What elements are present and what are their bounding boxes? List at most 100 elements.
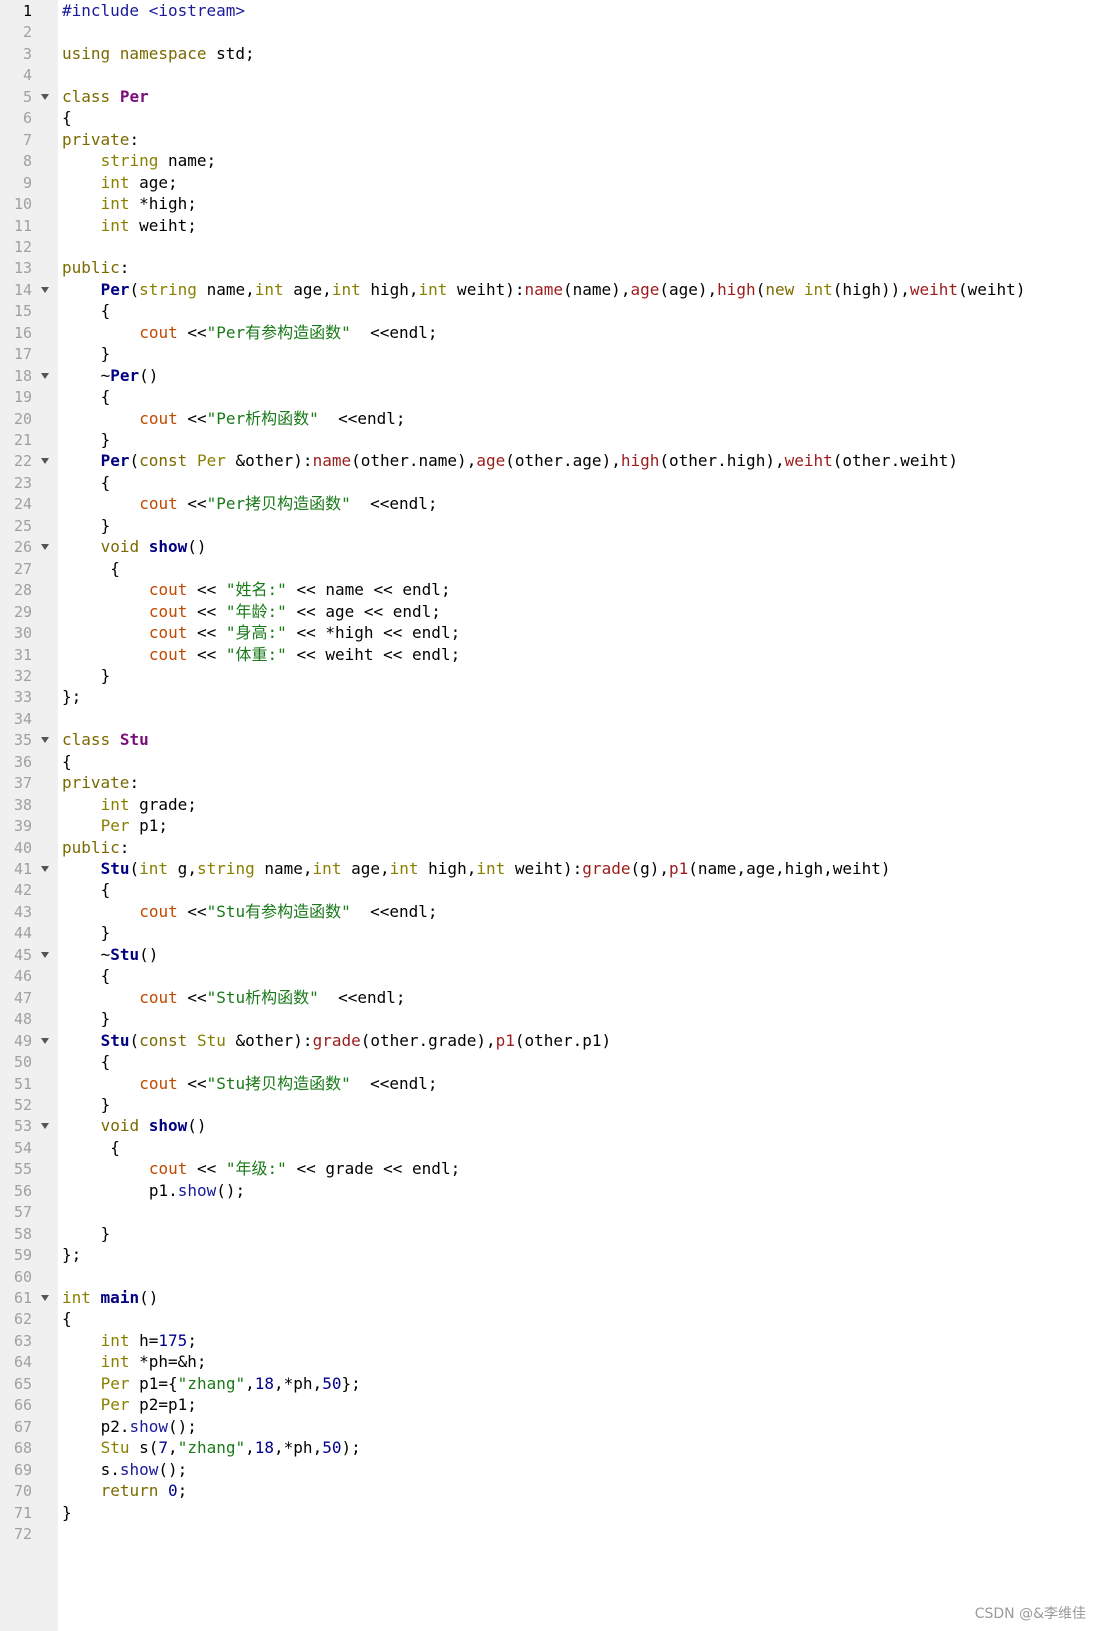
code-line[interactable]: 21} bbox=[0, 429, 1102, 451]
fold-arrow-icon[interactable] bbox=[41, 1295, 49, 1301]
code-line[interactable]: 63 int h=175; bbox=[0, 1330, 1102, 1352]
code-line[interactable]: 67 p2.show(); bbox=[0, 1416, 1102, 1438]
code-line[interactable]: 56 p1.show(); bbox=[0, 1180, 1102, 1202]
code-line[interactable]: 44} bbox=[0, 922, 1102, 944]
fold-arrow-icon[interactable] bbox=[41, 866, 49, 872]
code-line[interactable]: 58} bbox=[0, 1223, 1102, 1245]
code-line[interactable]: 5 class Per bbox=[0, 86, 1102, 108]
code-line[interactable]: 43 cout <<"Stu有参构造函数" <<endl; bbox=[0, 901, 1102, 923]
code-line[interactable]: 59}; bbox=[0, 1244, 1102, 1266]
code-line[interactable]: 38 int grade; bbox=[0, 794, 1102, 816]
line-number: 53 bbox=[13, 1117, 32, 1136]
code-line[interactable]: 18 ~Per() bbox=[0, 365, 1102, 387]
code-line[interactable]: 47 cout <<"Stu析构函数" <<endl; bbox=[0, 987, 1102, 1009]
code-token: 50 bbox=[322, 1438, 342, 1458]
code-line[interactable]: 28 cout << "姓名:" << name << endl; bbox=[0, 579, 1102, 601]
line-number: 35 bbox=[13, 731, 32, 750]
code-token: weiht bbox=[784, 451, 833, 471]
code-line[interactable]: 71} bbox=[0, 1502, 1102, 1524]
code-line[interactable]: 36 { bbox=[0, 751, 1102, 773]
code-editor[interactable]: 1 #include <iostream> 2 3 using namespace st… bbox=[0, 0, 1102, 1631]
code-line[interactable]: 4 bbox=[0, 64, 1102, 86]
fold-arrow-icon[interactable] bbox=[41, 286, 49, 293]
code-line[interactable]: 25} bbox=[0, 515, 1102, 537]
code-line[interactable]: 52} bbox=[0, 1094, 1102, 1116]
fold-arrow-icon[interactable] bbox=[41, 458, 49, 465]
code-token: ( bbox=[129, 859, 140, 878]
code-line[interactable]: 40 public: bbox=[0, 837, 1102, 859]
code-line[interactable]: 6{ bbox=[0, 107, 1102, 129]
code-line[interactable]: 68 Stu s(7,"zhang",18,*ph,50); bbox=[0, 1437, 1102, 1459]
code-line[interactable]: 39 Per p1; bbox=[0, 815, 1102, 837]
code-line[interactable]: 41 Stu(int g,string name,int age,int high… bbox=[0, 858, 1102, 880]
code-line[interactable]: 1 #include <iostream> bbox=[0, 0, 1102, 22]
code-line[interactable]: 53 void show() bbox=[0, 1115, 1102, 1137]
code-line[interactable]: 33}; bbox=[0, 686, 1102, 708]
code-line[interactable]: 45 ~Stu() bbox=[0, 944, 1102, 966]
code-text: { bbox=[101, 300, 111, 322]
code-line[interactable]: 48} bbox=[0, 1008, 1102, 1030]
fold-arrow-icon[interactable] bbox=[41, 737, 49, 744]
line-number: 9 bbox=[22, 173, 32, 192]
code-token: } bbox=[100, 665, 111, 685]
code-line[interactable]: 14 Per(string name,int age,int high,int w… bbox=[0, 279, 1102, 301]
code-line[interactable]: 69 s.show(); bbox=[0, 1459, 1102, 1481]
code-line[interactable]: 55 cout << "年级:" << grade << endl; bbox=[0, 1158, 1102, 1180]
code-line[interactable]: 23 { bbox=[0, 472, 1102, 494]
fold-arrow-icon[interactable] bbox=[41, 544, 49, 551]
code-line[interactable]: 24 cout <<"Per拷贝构造函数" <<endl; bbox=[0, 493, 1102, 515]
code-line[interactable]: 70 return 0; bbox=[0, 1480, 1102, 1502]
code-line[interactable]: 11 int weiht; bbox=[0, 215, 1102, 237]
code-line[interactable]: 32} bbox=[0, 665, 1102, 687]
code-token: int bbox=[803, 279, 833, 299]
code-line[interactable]: 57 bbox=[0, 1201, 1102, 1223]
code-line[interactable]: 7 private: bbox=[0, 129, 1102, 151]
code-line[interactable]: 8 string name; bbox=[0, 150, 1102, 172]
code-text: } bbox=[101, 922, 111, 944]
code-line[interactable]: 15 { bbox=[0, 300, 1102, 322]
code-line[interactable]: 46 { bbox=[0, 965, 1102, 987]
code-line[interactable]: 10 int *high; bbox=[0, 193, 1102, 215]
code-line[interactable]: 65 Per p1={"zhang",18,*ph,50}; bbox=[0, 1373, 1102, 1395]
code-line[interactable]: 34 bbox=[0, 708, 1102, 730]
fold-arrow-icon[interactable] bbox=[41, 1123, 49, 1130]
code-line[interactable]: 9 int age; bbox=[0, 172, 1102, 194]
code-line[interactable]: 35 class Stu bbox=[0, 729, 1102, 751]
code-line[interactable]: 60 bbox=[0, 1266, 1102, 1288]
code-token: <<endl; bbox=[350, 901, 438, 921]
code-line[interactable]: 16 cout <<"Per有参构造函数" <<endl; bbox=[0, 322, 1102, 344]
code-token: (other.weiht) bbox=[832, 451, 958, 471]
fold-arrow-icon[interactable] bbox=[41, 951, 49, 958]
code-line[interactable]: 22 Per(const Per &other):name(other.name)… bbox=[0, 450, 1102, 472]
code-line[interactable]: 66 Per p2=p1; bbox=[0, 1394, 1102, 1416]
code-line[interactable]: 17} bbox=[0, 343, 1102, 365]
code-line[interactable]: 2 bbox=[0, 21, 1102, 43]
code-token: string bbox=[139, 279, 197, 299]
code-line[interactable]: 37 private: bbox=[0, 772, 1102, 794]
code-line[interactable]: 30 cout << "身高:" << *high << endl; bbox=[0, 622, 1102, 644]
fold-arrow-icon[interactable] bbox=[41, 93, 49, 100]
code-token: "年级:" bbox=[225, 1159, 287, 1179]
code-line[interactable]: 20 cout <<"Per析构函数" <<endl; bbox=[0, 408, 1102, 430]
code-line[interactable]: 19 { bbox=[0, 386, 1102, 408]
code-line[interactable]: 12 bbox=[0, 236, 1102, 258]
code-line[interactable]: 62 { bbox=[0, 1308, 1102, 1330]
fold-arrow-icon[interactable] bbox=[41, 372, 49, 379]
code-line[interactable]: 64 int *ph=&h; bbox=[0, 1351, 1102, 1373]
code-line[interactable]: 54 { bbox=[0, 1137, 1102, 1159]
code-line[interactable]: 42 { bbox=[0, 879, 1102, 901]
code-line[interactable]: 3 using namespace std; bbox=[0, 43, 1102, 65]
code-line[interactable]: 51 cout <<"Stu拷贝构造函数" <<endl; bbox=[0, 1073, 1102, 1095]
code-line[interactable]: 61 int main() bbox=[0, 1287, 1102, 1309]
code-line[interactable]: 31 cout << "体重:" << weiht << endl; bbox=[0, 644, 1102, 666]
code-line[interactable]: 26 void show() bbox=[0, 536, 1102, 558]
code-line[interactable]: 49 Stu(const Stu &other):grade(other.grad… bbox=[0, 1030, 1102, 1052]
code-line[interactable]: 72 bbox=[0, 1523, 1102, 1545]
code-line[interactable]: 29 cout << "年龄:" << age << endl; bbox=[0, 601, 1102, 623]
code-token: << age << endl; bbox=[286, 601, 441, 621]
code-line[interactable]: 13 public: bbox=[0, 257, 1102, 279]
fold-arrow-icon[interactable] bbox=[41, 1037, 49, 1044]
code-line[interactable]: 27 { bbox=[0, 558, 1102, 580]
code-line[interactable]: 50 { bbox=[0, 1051, 1102, 1073]
